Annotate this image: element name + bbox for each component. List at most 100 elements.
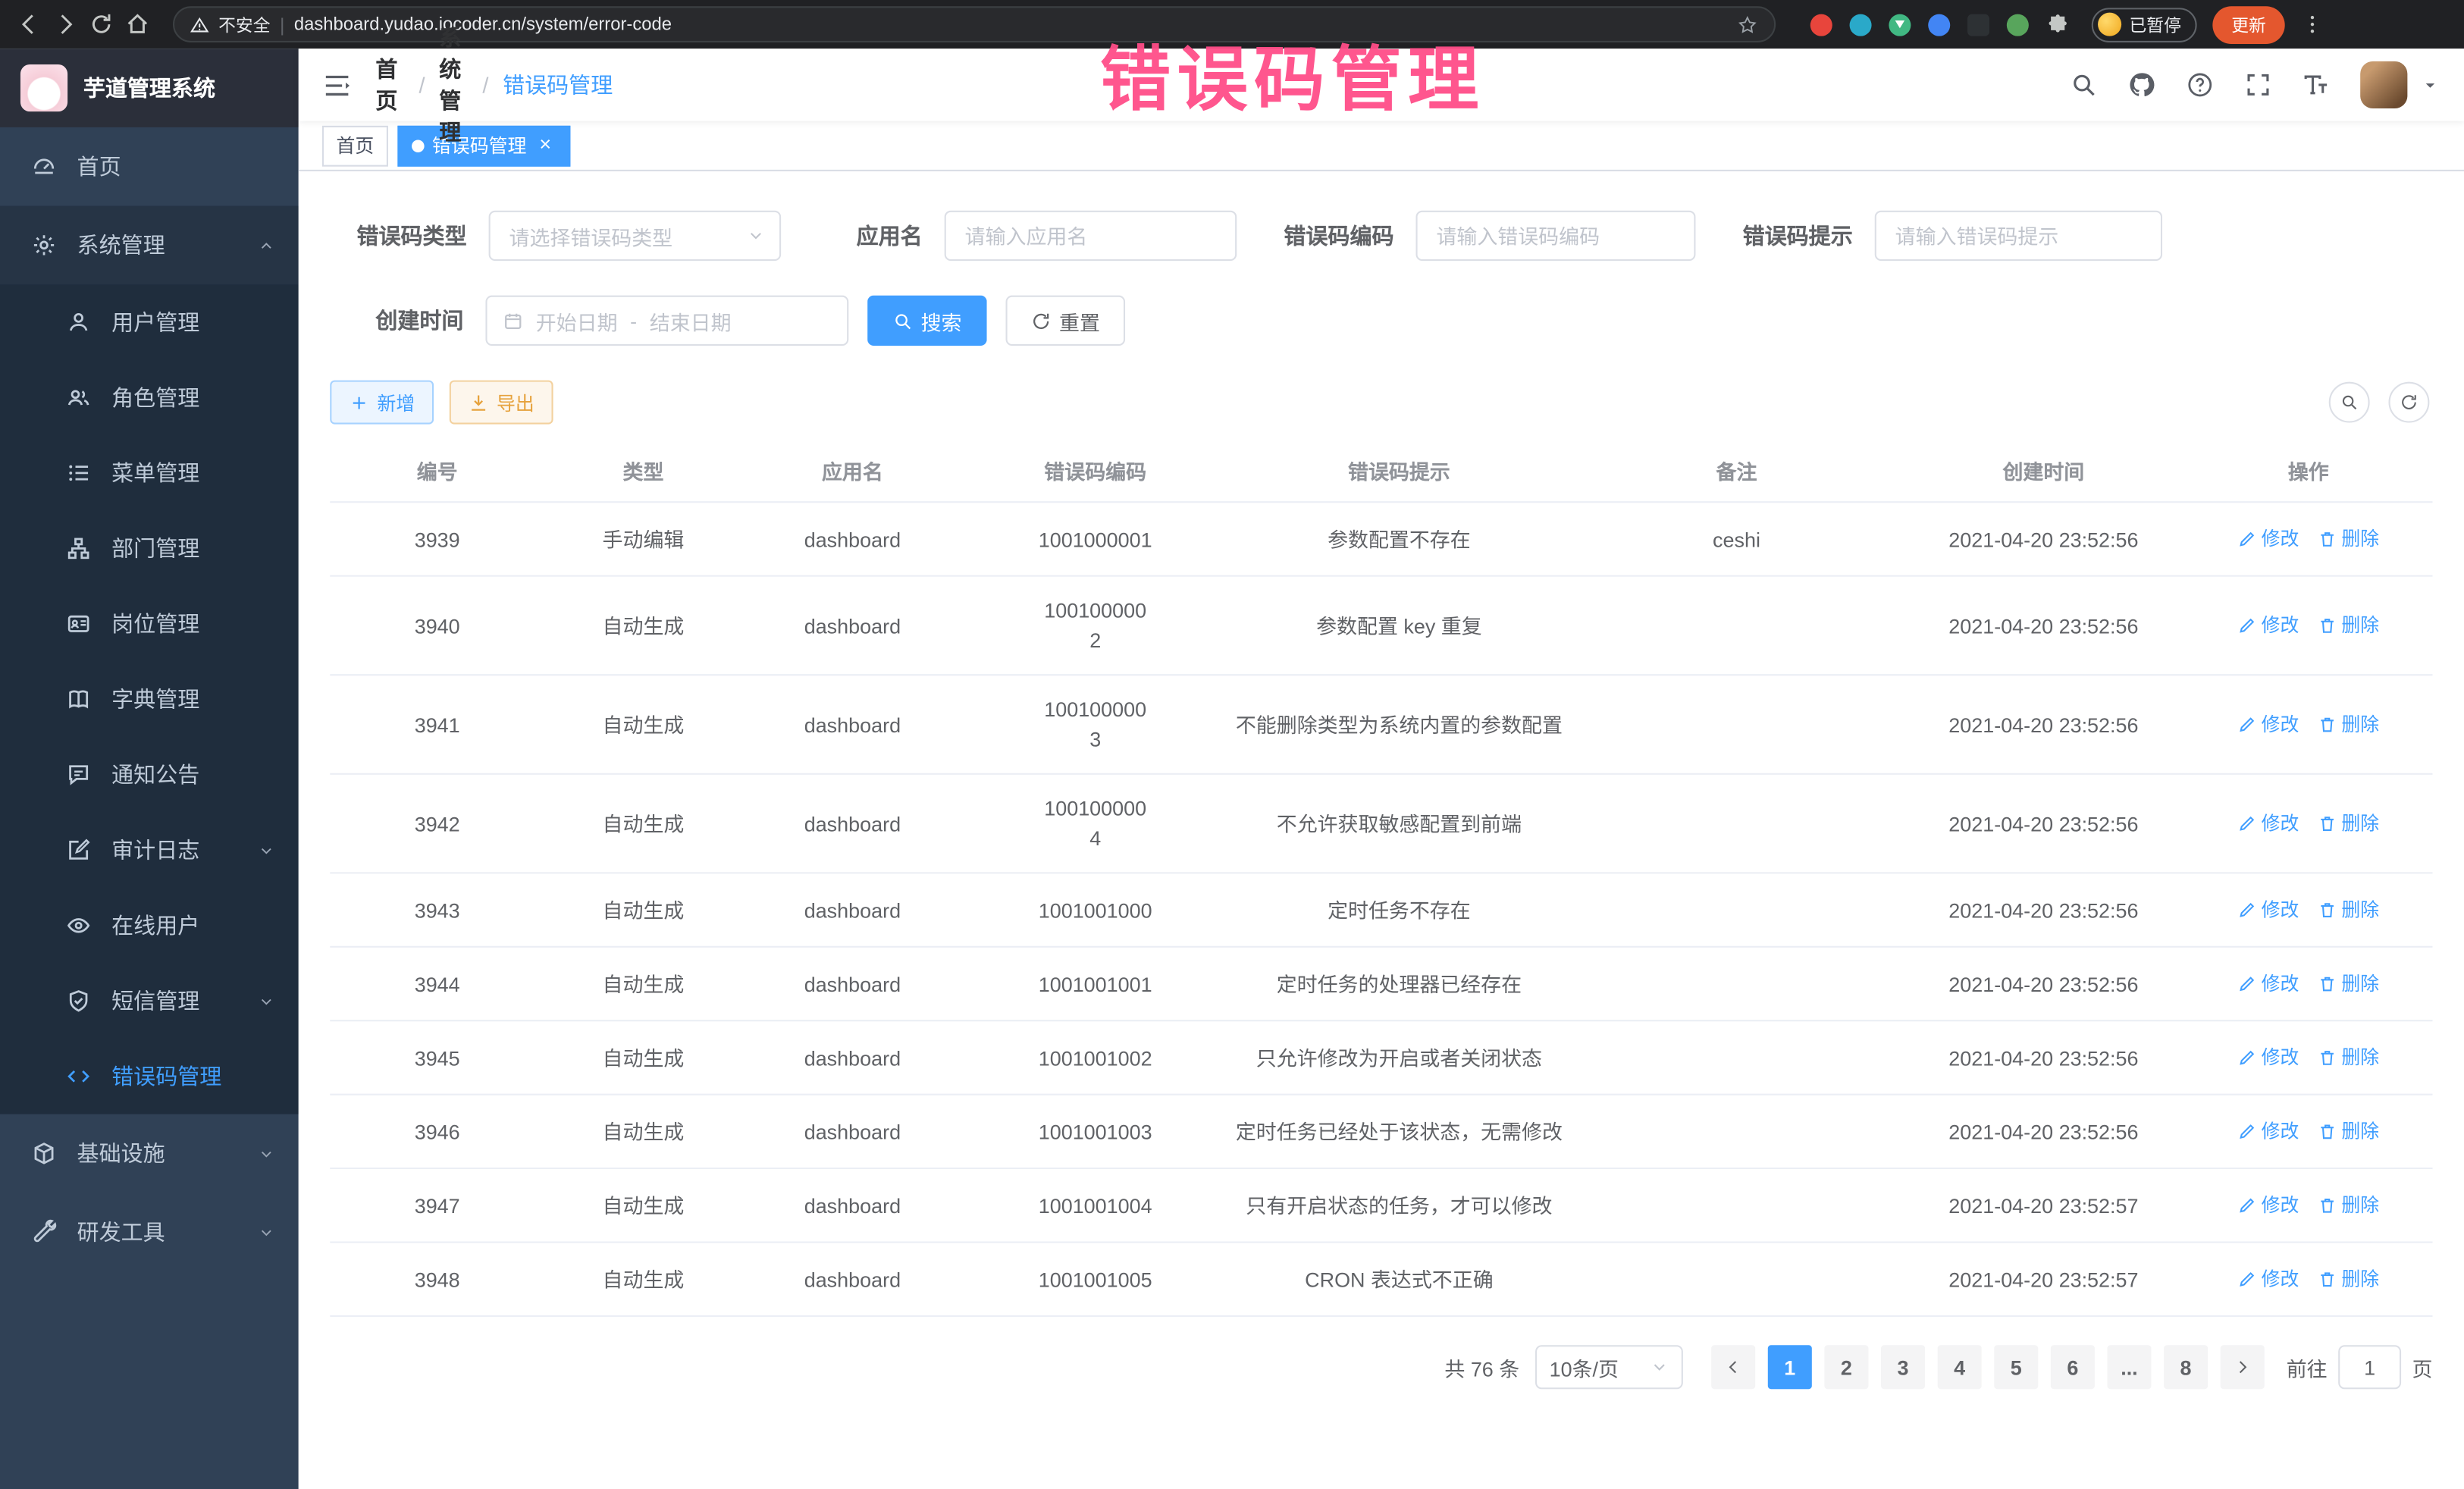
fullscreen-icon[interactable] bbox=[2244, 71, 2272, 99]
cell-code: 1001001001 bbox=[963, 950, 1227, 1017]
sidebar-item-notice[interactable]: 通知公告 bbox=[0, 737, 299, 812]
create-time-range[interactable]: 开始日期 - 结束日期 bbox=[485, 296, 848, 346]
filter-row-2: 创建时间 开始日期 - 结束日期 搜索 重置 bbox=[330, 296, 2432, 346]
edit-link[interactable]: 修改 bbox=[2237, 1117, 2299, 1146]
forward-icon[interactable] bbox=[52, 11, 78, 38]
delete-link[interactable]: 删除 bbox=[2318, 969, 2379, 998]
sidebar-item-home[interactable]: 首页 bbox=[0, 127, 299, 206]
edit-link[interactable]: 修改 bbox=[2237, 1264, 2299, 1293]
pencil-icon bbox=[2237, 1048, 2256, 1067]
error-code-input[interactable] bbox=[1416, 211, 1696, 261]
next-page-button[interactable] bbox=[2221, 1345, 2265, 1389]
search-button[interactable]: 搜索 bbox=[867, 296, 987, 346]
toggle-search-button[interactable] bbox=[2329, 382, 2370, 423]
browser-menu-icon[interactable] bbox=[2300, 13, 2324, 36]
cell-app: dashboard bbox=[742, 790, 963, 857]
breadcrumb-system[interactable]: 系统管理 bbox=[439, 22, 469, 148]
page-button-4[interactable]: 4 bbox=[1938, 1345, 1982, 1389]
help-icon[interactable] bbox=[2186, 71, 2214, 99]
extension-icon-4[interactable] bbox=[1967, 14, 1989, 36]
sidebar-item-infra[interactable]: 基础设施 bbox=[0, 1114, 299, 1193]
sidebar-item-system[interactable]: 系统管理 bbox=[0, 206, 299, 285]
github-icon[interactable] bbox=[2127, 71, 2155, 99]
cell-operations: 修改 删除 bbox=[2184, 969, 2432, 998]
font-size-icon[interactable] bbox=[2303, 71, 2331, 99]
delete-link[interactable]: 删除 bbox=[2318, 1117, 2379, 1146]
cell-app: dashboard bbox=[742, 876, 963, 944]
delete-link[interactable]: 删除 bbox=[2318, 1264, 2379, 1293]
page-button-6[interactable]: 6 bbox=[2051, 1345, 2095, 1389]
page-size-select[interactable]: 10条/页 bbox=[1535, 1345, 1683, 1389]
header-search-icon[interactable] bbox=[2070, 71, 2098, 99]
edit-link[interactable]: 修改 bbox=[2237, 524, 2299, 553]
trash-icon bbox=[2318, 1196, 2337, 1215]
sidebar-item-devtools[interactable]: 研发工具 bbox=[0, 1193, 299, 1271]
error-hint-input[interactable] bbox=[1875, 211, 2162, 261]
refresh-icon bbox=[2400, 393, 2419, 412]
sidebar-item-post[interactable]: 岗位管理 bbox=[0, 586, 299, 661]
avatar-caret-icon[interactable] bbox=[2422, 77, 2439, 94]
edit-link[interactable]: 修改 bbox=[2237, 1042, 2299, 1072]
delete-link[interactable]: 删除 bbox=[2318, 610, 2379, 640]
page-button-2[interactable]: 2 bbox=[1824, 1345, 1868, 1389]
sidebar-item-error-code[interactable]: 错误码管理 bbox=[0, 1039, 299, 1114]
back-icon[interactable] bbox=[16, 11, 42, 38]
prev-page-button[interactable] bbox=[1711, 1345, 1755, 1389]
cell-message: 只允许修改为开启或者关闭状态 bbox=[1227, 1023, 1570, 1091]
home-icon[interactable] bbox=[124, 11, 151, 38]
page-button-3[interactable]: 3 bbox=[1881, 1345, 1925, 1389]
sidebar-item-sms[interactable]: 短信管理 bbox=[0, 964, 299, 1039]
reset-button[interactable]: 重置 bbox=[1006, 296, 1126, 346]
error-type-select[interactable]: 请选择错误码类型 bbox=[489, 211, 782, 261]
goto-page-input[interactable] bbox=[2338, 1345, 2401, 1389]
extension-icon-3[interactable] bbox=[1928, 14, 1950, 36]
page-button-1[interactable]: 1 bbox=[1768, 1345, 1812, 1389]
cell-app: dashboard bbox=[742, 1023, 963, 1091]
sidebar-item-user[interactable]: 用户管理 bbox=[0, 284, 299, 359]
paused-badge[interactable]: 已暂停 bbox=[2092, 7, 2197, 42]
breadcrumb-home[interactable]: 首页 bbox=[375, 53, 405, 116]
delete-link[interactable]: 删除 bbox=[2318, 1190, 2379, 1220]
page-button-8[interactable]: 8 bbox=[2164, 1345, 2208, 1389]
book-icon bbox=[66, 687, 91, 712]
extensions-puzzle-icon[interactable] bbox=[2046, 13, 2070, 36]
edit-link[interactable]: 修改 bbox=[2237, 969, 2299, 998]
browser-update-button[interactable]: 更新 bbox=[2212, 5, 2284, 43]
cell-app: dashboard bbox=[742, 950, 963, 1017]
cell-code: 1001000002 bbox=[963, 577, 1227, 675]
delete-link[interactable]: 删除 bbox=[2318, 1042, 2379, 1072]
vue-devtools-icon[interactable] bbox=[1889, 14, 1911, 36]
security-label[interactable]: 不安全 bbox=[218, 12, 270, 37]
delete-link[interactable]: 删除 bbox=[2318, 808, 2379, 838]
sidebar-item-role[interactable]: 角色管理 bbox=[0, 360, 299, 435]
sidebar-item-audit-log[interactable]: 审计日志 bbox=[0, 813, 299, 888]
reload-icon[interactable] bbox=[88, 11, 114, 38]
edit-link[interactable]: 修改 bbox=[2237, 610, 2299, 640]
delete-link[interactable]: 删除 bbox=[2318, 895, 2379, 924]
page-ellipsis[interactable]: ... bbox=[2107, 1345, 2151, 1389]
avatar[interactable] bbox=[2360, 61, 2407, 108]
bookmark-star-icon[interactable] bbox=[1736, 14, 1758, 36]
edit-link[interactable]: 修改 bbox=[2237, 895, 2299, 924]
extension-icon-1[interactable] bbox=[1810, 14, 1832, 36]
edit-link[interactable]: 修改 bbox=[2237, 710, 2299, 739]
extension-icon-5[interactable] bbox=[2007, 14, 2029, 36]
hamburger-icon[interactable] bbox=[322, 70, 352, 99]
app-name-input[interactable] bbox=[945, 211, 1237, 261]
edit-link[interactable]: 修改 bbox=[2237, 1190, 2299, 1220]
export-button[interactable]: 导出 bbox=[450, 381, 553, 425]
edit-link[interactable]: 修改 bbox=[2237, 808, 2299, 838]
delete-link[interactable]: 删除 bbox=[2318, 524, 2379, 553]
sidebar-item-dept[interactable]: 部门管理 bbox=[0, 511, 299, 586]
sidebar-item-dict[interactable]: 字典管理 bbox=[0, 662, 299, 737]
page-button-5[interactable]: 5 bbox=[1994, 1345, 2038, 1389]
sidebar-item-menu[interactable]: 菜单管理 bbox=[0, 435, 299, 510]
sidebar-item-online-user[interactable]: 在线用户 bbox=[0, 888, 299, 963]
logo-bar[interactable]: 芋道管理系统 bbox=[0, 49, 299, 127]
refresh-table-button[interactable] bbox=[2389, 382, 2430, 423]
table-row: 3945 自动生成 dashboard 1001001002 只允许修改为开启或… bbox=[330, 1021, 2432, 1095]
cell-code: 1001000004 bbox=[963, 775, 1227, 873]
delete-link[interactable]: 删除 bbox=[2318, 710, 2379, 739]
add-button[interactable]: 新增 bbox=[330, 381, 434, 425]
extension-icon-2[interactable] bbox=[1850, 14, 1872, 36]
